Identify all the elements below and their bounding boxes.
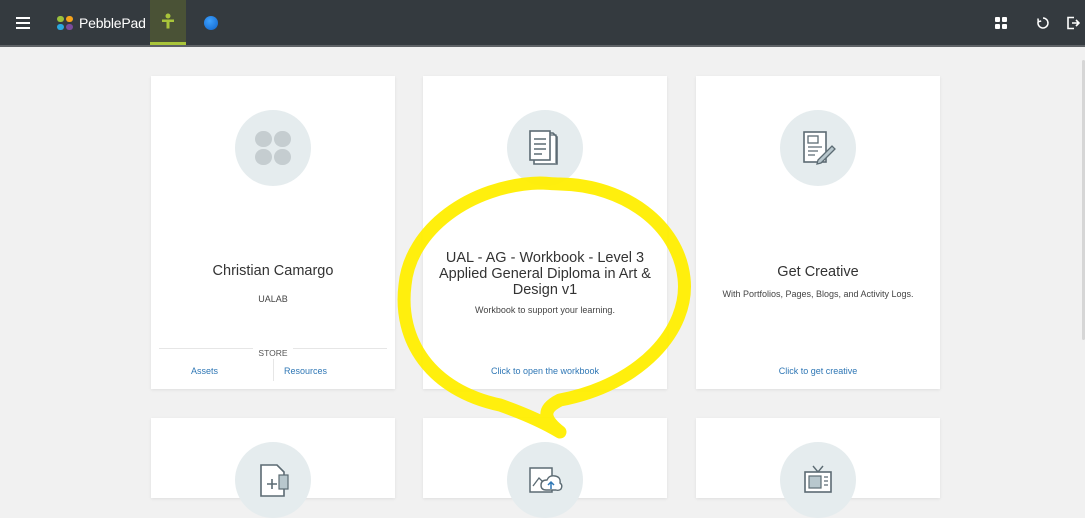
get-creative-title: Get Creative (777, 264, 859, 280)
pebblepad-logo-icon (57, 15, 75, 30)
resources-link[interactable]: Resources (284, 366, 327, 376)
create-new-card[interactable] (151, 418, 395, 518)
create-icon-circle (235, 442, 311, 518)
get-creative-description: With Portfolios, Pages, Blogs, and Activ… (722, 289, 914, 299)
app-name: PebblePad (79, 14, 146, 31)
menu-button[interactable] (10, 0, 36, 45)
open-workbook-link[interactable]: Click to open the workbook (423, 366, 667, 376)
asset-store-button[interactable] (150, 0, 186, 45)
tv-icon (804, 465, 832, 493)
history-icon (1037, 16, 1049, 29)
history-button[interactable] (1030, 0, 1056, 45)
logout-button[interactable] (1062, 0, 1084, 45)
profile-organization: UALAB (258, 294, 288, 304)
logout-icon (1067, 16, 1080, 29)
media-card[interactable] (696, 418, 940, 518)
media-icon-circle (780, 442, 856, 518)
store-link-separator (273, 359, 274, 381)
profile-icon-circle (235, 110, 311, 186)
get-creative-link[interactable]: Click to get creative (696, 366, 940, 376)
atlas-button[interactable] (198, 0, 224, 45)
globe-icon (204, 15, 218, 30)
upload-icon-circle (507, 442, 583, 518)
person-icon (162, 13, 174, 29)
pebblepad-logo[interactable]: PebblePad (57, 0, 146, 45)
workbook-description: Workbook to support your learning. (475, 305, 615, 315)
upload-image-icon (529, 467, 563, 493)
workbook-icon-circle (507, 110, 583, 186)
profile-name: Christian Camargo (212, 263, 334, 279)
get-creative-card[interactable]: Get Creative With Portfolios, Pages, Blo… (696, 76, 940, 389)
clover-icon (255, 131, 291, 165)
profile-card: Christian Camargo UALAB STORE Assets Res… (151, 76, 395, 389)
tiles-icon (995, 16, 1007, 29)
workbook-icon (529, 130, 558, 165)
dashboard-button[interactable] (988, 0, 1014, 45)
workbook-title: UAL - AG - Workbook - Level 3 Applied Ge… (439, 250, 651, 298)
creative-icon-circle (780, 110, 856, 186)
assets-link[interactable]: Assets (191, 366, 218, 376)
upload-card[interactable] (423, 418, 667, 518)
menu-icon (16, 21, 30, 24)
top-navigation-bar: PebblePad (0, 0, 1085, 47)
edit-document-icon (803, 131, 836, 165)
workbook-card[interactable]: UAL - AG - Workbook - Level 3 Applied Ge… (423, 76, 667, 389)
